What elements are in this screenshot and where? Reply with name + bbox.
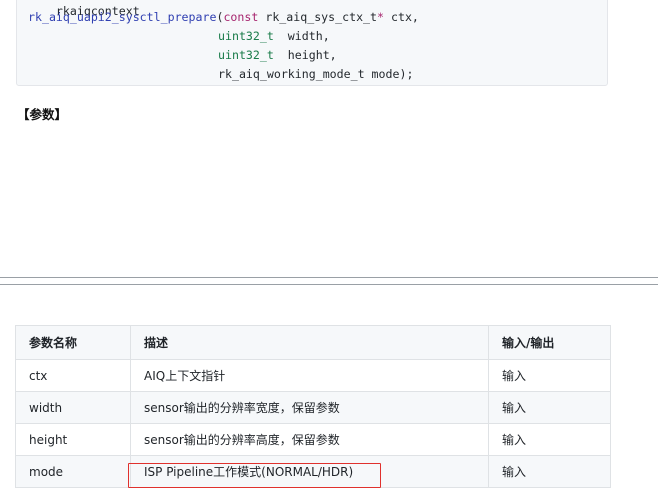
- code-line-4: rk_aiq_working_mode_t mode);: [218, 67, 413, 81]
- type-token: rk_aiq_sys_ctx_t: [258, 10, 378, 24]
- code-line-1: rk_aiq_uapi2_sysctl_prepare(const rk_aiq…: [28, 10, 419, 24]
- code-token: height,: [273, 48, 337, 62]
- header-param-name: 参数名称: [15, 325, 131, 360]
- table-row: width sensor输出的分辨率宽度，保留参数 输入: [15, 391, 611, 424]
- code-block: rkaiqcontext rk_aiq_uapi2_sysctl_prepare…: [16, 0, 608, 86]
- table-row: mode ISP Pipeline工作模式(NORMAL/HDR) 输入: [15, 455, 611, 488]
- cell-description: sensor输出的分辨率宽度，保留参数: [130, 391, 489, 424]
- cell-param-name: width: [15, 391, 131, 424]
- pointer-token: *: [377, 10, 385, 24]
- keyword-token: const: [223, 10, 259, 24]
- cell-param-name: mode: [15, 455, 131, 488]
- cell-input-output: 输入: [488, 359, 611, 392]
- cell-description: ISP Pipeline工作模式(NORMAL/HDR): [130, 455, 489, 488]
- code-token: width,: [273, 29, 330, 43]
- code-line-3: uint32_t height,: [218, 48, 337, 62]
- cell-input-output: 输入: [488, 391, 611, 424]
- cell-input-output: 输入: [488, 455, 611, 488]
- param-table: 参数名称 描述 输入/输出 ctx AIQ上下文指针 输入 width sens…: [15, 325, 611, 488]
- type-token: uint32_t: [218, 29, 274, 43]
- function-name: rk_aiq_uapi2_sysctl_prepare: [28, 10, 217, 24]
- cell-description: AIQ上下文指针: [130, 359, 489, 392]
- code-token: rk_aiq_working_mode_t mode);: [218, 67, 414, 81]
- table-row: ctx AIQ上下文指针 输入: [15, 359, 611, 392]
- cell-param-name: height: [15, 423, 131, 456]
- table-row: height sensor输出的分辨率高度，保留参数 输入: [15, 423, 611, 456]
- page-break: [0, 277, 658, 285]
- params-heading: 【参数】: [17, 107, 68, 122]
- cell-description: sensor输出的分辨率高度，保留参数: [130, 423, 489, 456]
- cell-param-name: ctx: [15, 359, 131, 392]
- table-header-row: 参数名称 描述 输入/输出: [15, 325, 611, 360]
- header-input-output: 输入/输出: [488, 325, 611, 360]
- header-description: 描述: [130, 325, 489, 360]
- code-line-2: uint32_t width,: [218, 29, 330, 43]
- cell-input-output: 输入: [488, 423, 611, 456]
- code-token: ctx,: [384, 10, 419, 24]
- type-token: uint32_t: [218, 48, 274, 62]
